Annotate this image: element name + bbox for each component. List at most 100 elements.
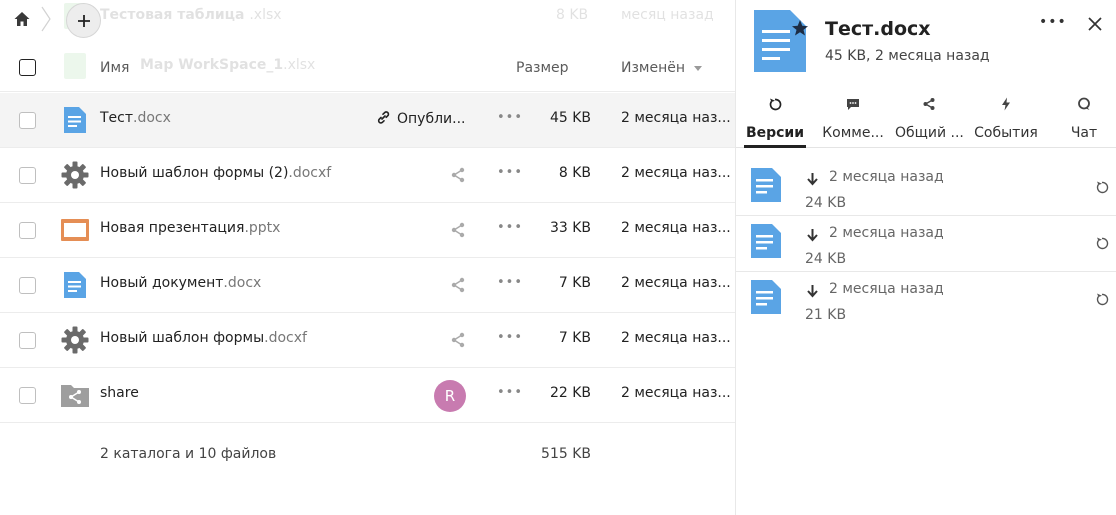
document-icon — [64, 272, 86, 298]
file-size: 33 KB — [549, 220, 591, 236]
ghost-file-date: месяц назад — [621, 7, 714, 23]
file-modified: 2 месяца наз... — [621, 330, 731, 346]
file-row[interactable]: Новый шаблон формы (2).docxf ••• 8 KB 2 … — [0, 148, 735, 203]
more-actions-icon[interactable]: ••• — [497, 385, 522, 405]
file-name[interactable]: Новый документ.docx — [100, 275, 261, 291]
breadcrumb — [0, 0, 140, 40]
shared-folder-icon — [61, 385, 89, 407]
share-icon[interactable] — [450, 277, 466, 293]
more-actions-icon[interactable]: ••• — [497, 275, 522, 295]
home-icon[interactable] — [13, 10, 31, 28]
tab-activity[interactable]: События — [971, 88, 1041, 148]
file-basename: Новый шаблон формы (2) — [100, 165, 289, 181]
sidebar-subtitle: 45 KB, 2 месяца назад — [825, 48, 990, 64]
version-size: 21 KB — [805, 307, 847, 323]
file-extension: .docxf — [288, 165, 332, 181]
version-size: 24 KB — [805, 251, 847, 267]
tab-versions[interactable]: Версии — [744, 88, 806, 148]
folder-name[interactable]: share — [100, 385, 139, 401]
column-size[interactable]: Размер — [516, 60, 569, 76]
sidebar-more-icon[interactable]: ••• — [1039, 14, 1066, 34]
file-modified: 2 месяца наз... — [621, 275, 731, 291]
file-row[interactable]: Тест.docx Опубли... ••• 45 KB 2 месяца н… — [0, 93, 735, 148]
version-date: 2 месяца назад — [829, 225, 944, 241]
file-row[interactable]: Новая презентация.pptx ••• 33 KB 2 месяц… — [0, 203, 735, 258]
share-icon[interactable] — [450, 222, 466, 238]
restore-icon[interactable] — [1095, 236, 1109, 250]
file-list: Тестовая таблица .xlsx 8 KB месяц назад … — [0, 0, 735, 515]
tab-label: Версии — [745, 125, 805, 141]
download-icon[interactable] — [806, 172, 819, 186]
select-all-checkbox[interactable] — [19, 59, 36, 76]
link-icon — [377, 111, 390, 124]
row-checkbox[interactable] — [19, 387, 36, 404]
version-item[interactable]: 2 месяца назад 24 KB — [736, 160, 1116, 216]
file-size: 22 KB — [549, 385, 591, 401]
tab-label: События — [974, 125, 1038, 141]
public-link-button[interactable]: Опубли... — [376, 110, 466, 127]
download-icon[interactable] — [806, 228, 819, 242]
summary-total-size: 515 KB — [541, 446, 591, 462]
presentation-icon — [61, 219, 89, 241]
version-item[interactable]: 2 месяца назад 21 KB — [736, 272, 1116, 328]
version-item[interactable]: 2 месяца назад 24 KB — [736, 216, 1116, 272]
breadcrumb-separator-icon — [41, 6, 51, 32]
download-icon[interactable] — [806, 284, 819, 298]
file-row[interactable]: Новый документ.docx ••• 7 KB 2 месяца на… — [0, 258, 735, 313]
row-checkbox[interactable] — [19, 167, 36, 184]
ghost-file-ext: .xlsx — [249, 7, 282, 23]
file-modified: 2 месяца наз... — [621, 165, 731, 181]
file-size: 45 KB — [549, 110, 591, 126]
avatar[interactable]: R — [434, 380, 466, 412]
form-template-gear-icon — [61, 326, 89, 354]
file-size: 7 KB — [558, 330, 591, 346]
file-name[interactable]: Новая презентация.pptx — [100, 220, 280, 236]
summary-count: 2 каталога и 10 файлов — [100, 446, 277, 462]
add-new-button[interactable] — [66, 3, 101, 38]
restore-icon[interactable] — [1095, 292, 1109, 306]
plus-icon — [77, 14, 90, 27]
more-actions-icon[interactable]: ••• — [497, 165, 522, 185]
row-checkbox[interactable] — [19, 222, 36, 239]
share-icon[interactable] — [450, 167, 466, 183]
file-extension: .pptx — [244, 220, 281, 236]
details-sidebar: Тест.docx 45 KB, 2 месяца назад ••• Верс… — [735, 0, 1116, 515]
file-name[interactable]: Новый шаблон формы (2).docxf — [100, 165, 331, 181]
comment-icon — [847, 99, 859, 110]
tab-sharing[interactable]: Общий ... — [895, 88, 963, 148]
more-actions-icon[interactable]: ••• — [497, 110, 522, 130]
column-modified[interactable]: Изменён — [621, 60, 685, 76]
share-icon[interactable] — [450, 332, 466, 348]
document-icon — [64, 107, 86, 133]
document-icon — [751, 280, 781, 314]
folder-row[interactable]: share R ••• 22 KB 2 месяца наз... — [0, 368, 735, 423]
file-basename: Новый шаблон формы — [100, 330, 265, 346]
row-checkbox[interactable] — [19, 112, 36, 129]
row-checkbox[interactable] — [19, 332, 36, 349]
tab-comments[interactable]: Комме... — [821, 88, 885, 148]
column-name[interactable]: Имя — [100, 60, 129, 76]
row-checkbox[interactable] — [19, 277, 36, 294]
file-name[interactable]: Новый шаблон формы.docxf — [100, 330, 307, 346]
tab-label: Чат — [1070, 125, 1098, 141]
file-modified: 2 месяца наз... — [621, 220, 731, 236]
sidebar-title: Тест.docx — [825, 18, 931, 40]
more-actions-icon[interactable]: ••• — [497, 220, 522, 240]
file-name[interactable]: Тест.docx — [100, 110, 171, 126]
restore-icon[interactable] — [1095, 180, 1109, 194]
file-size: 8 KB — [558, 165, 591, 181]
file-basename: Новый документ — [100, 275, 224, 291]
file-modified: 2 месяца наз... — [621, 385, 731, 401]
lightning-icon — [1002, 97, 1010, 111]
file-row[interactable]: Новый шаблон формы.docxf ••• 7 KB 2 меся… — [0, 313, 735, 368]
close-icon[interactable] — [1086, 15, 1104, 33]
file-modified: 2 месяца наз... — [621, 110, 731, 126]
file-list-summary: 2 каталога и 10 файлов 515 KB — [0, 422, 735, 484]
tab-chat[interactable]: Чат — [1061, 88, 1107, 148]
file-extension: .docx — [133, 110, 171, 126]
file-list-header: Имя Размер Изменён — [0, 44, 735, 92]
more-actions-icon[interactable]: ••• — [497, 330, 522, 350]
public-link-label: Опубли... — [397, 111, 466, 127]
sidebar-tabs: Версии Комме... Общий ... События Чат — [736, 88, 1116, 148]
file-basename: Тест — [100, 110, 134, 126]
